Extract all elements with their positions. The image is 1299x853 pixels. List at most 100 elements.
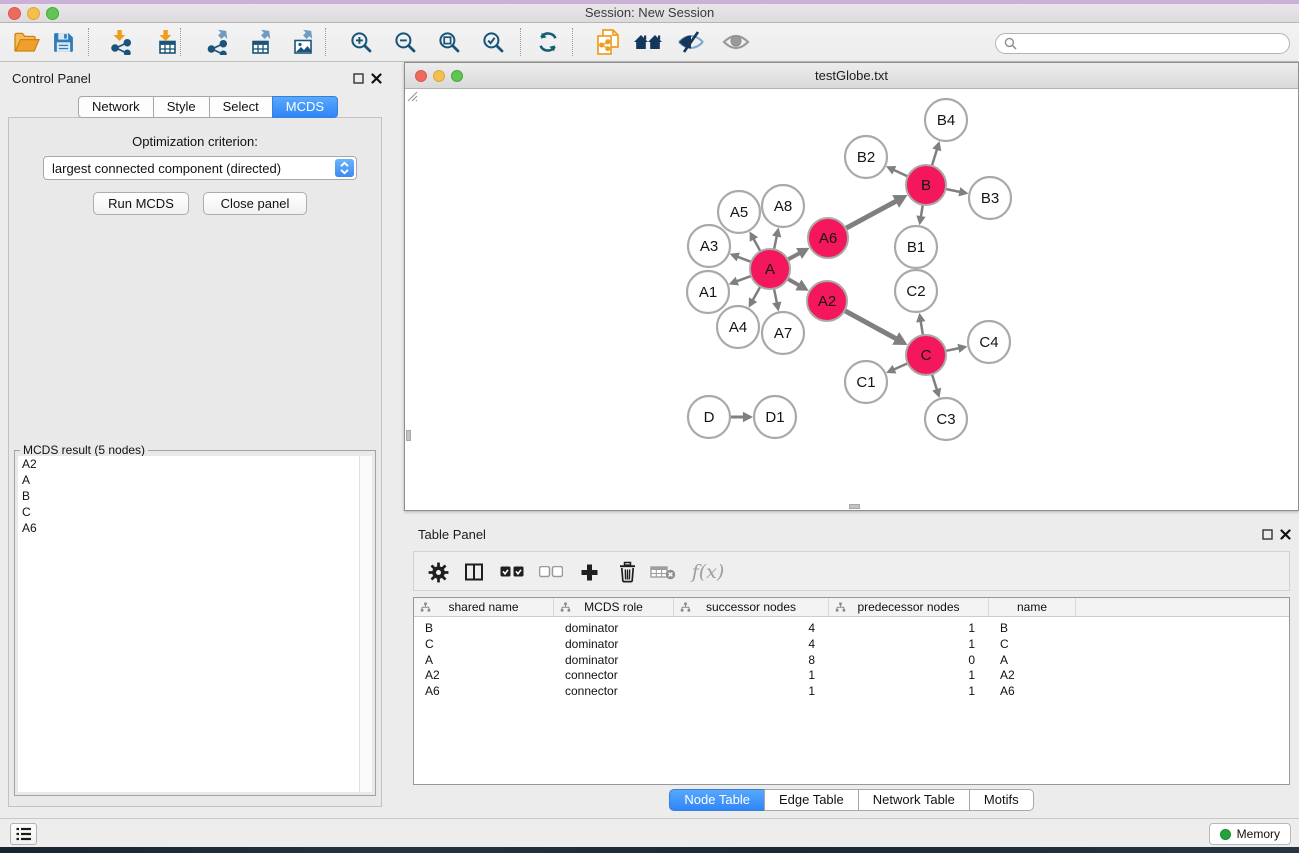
- node-label-B1: B1: [907, 239, 925, 256]
- tab-motifs[interactable]: Motifs: [969, 789, 1034, 811]
- edge-C-C3[interactable]: [932, 374, 937, 390]
- show-column-icon[interactable]: [458, 556, 490, 588]
- node-label-D: D: [704, 409, 715, 426]
- mcds-result-item[interactable]: A2: [18, 456, 359, 472]
- open-file-icon[interactable]: [7, 25, 45, 59]
- edge-B-B1[interactable]: [921, 205, 923, 217]
- session-titlebar: Session: New Session: [0, 4, 1299, 23]
- zoom-fit-icon[interactable]: [430, 25, 468, 59]
- edge-A-A2[interactable]: [787, 279, 799, 286]
- control-panel-header: Control Panel: [0, 62, 390, 94]
- mcds-result-item[interactable]: A: [18, 472, 359, 488]
- hide-graphics-details-icon[interactable]: [672, 25, 710, 59]
- tab-network-table[interactable]: Network Table: [858, 789, 970, 811]
- run-mcds-button[interactable]: Run MCDS: [93, 192, 189, 215]
- toolbar-search-field[interactable]: [995, 33, 1290, 54]
- network-graph[interactable]: B4B2BB3A5A8A6A3B1AA1C2A2A4A7C4CC1C3DD1: [405, 89, 1298, 510]
- tab-select[interactable]: Select: [209, 96, 273, 118]
- edge-C-C4[interactable]: [946, 348, 960, 351]
- table-cell: 1: [674, 684, 829, 700]
- edge-B-B2[interactable]: [893, 170, 907, 177]
- main-toolbar: [0, 23, 1299, 62]
- edge-A-A7[interactable]: [774, 289, 777, 304]
- mcds-result-group: MCDS result (5 nodes) A2ABCA6: [14, 450, 376, 796]
- duplicate-network-icon[interactable]: [589, 25, 627, 59]
- column-header-MCDS-role[interactable]: MCDS role: [554, 598, 674, 616]
- edge-A-A5[interactable]: [753, 239, 760, 252]
- edge-B-B4[interactable]: [932, 149, 937, 166]
- table-cell: A6: [414, 684, 554, 700]
- criterion-select[interactable]: largest connected component (directed): [43, 156, 357, 180]
- table-row[interactable]: Cdominator41C: [414, 637, 1289, 653]
- edge-A6-B[interactable]: [846, 201, 897, 229]
- edge-A-A8[interactable]: [774, 236, 777, 250]
- edge-A2-C[interactable]: [845, 311, 897, 339]
- mcds-result-item[interactable]: B: [18, 488, 359, 504]
- close-panel-icon[interactable]: [370, 72, 383, 85]
- task-history-button[interactable]: [10, 823, 37, 845]
- column-header-shared-name[interactable]: shared name: [414, 598, 554, 616]
- show-details-eye-icon[interactable]: [717, 25, 755, 59]
- zoom-selected-icon[interactable]: [474, 25, 512, 59]
- edge-C-C1[interactable]: [894, 363, 908, 369]
- node-label-C2: C2: [906, 283, 925, 300]
- network-canvas[interactable]: B4B2BB3A5A8A6A3B1AA1C2A2A4A7C4CC1C3DD1: [405, 89, 1298, 510]
- node-table-header: shared nameMCDS rolesuccessor nodesprede…: [414, 598, 1289, 617]
- search-input[interactable]: [1022, 37, 1281, 51]
- node-label-A: A: [765, 261, 775, 278]
- edge-A-A1[interactable]: [736, 276, 751, 282]
- edge-B-B3[interactable]: [946, 189, 961, 192]
- select-all-checkboxes-icon[interactable]: [496, 556, 528, 588]
- table-cell: dominator: [554, 621, 674, 637]
- table-cell: 1: [674, 668, 829, 684]
- refresh-icon[interactable]: [529, 25, 567, 59]
- tab-network[interactable]: Network: [78, 96, 154, 118]
- table-row[interactable]: A2connector11A2: [414, 668, 1289, 684]
- import-network-icon[interactable]: [102, 25, 140, 59]
- zoom-out-icon[interactable]: [386, 25, 424, 59]
- delete-column-trash-icon[interactable]: [611, 556, 643, 588]
- export-image-icon[interactable]: [285, 25, 323, 59]
- zoom-in-icon[interactable]: [342, 25, 380, 59]
- column-header-successor-nodes[interactable]: successor nodes: [674, 598, 829, 616]
- save-session-icon[interactable]: [44, 25, 82, 59]
- mcds-result-list[interactable]: A2ABCA6: [18, 456, 359, 792]
- tab-edge-table[interactable]: Edge Table: [764, 789, 859, 811]
- close-panel-button[interactable]: Close panel: [203, 192, 307, 215]
- memory-button[interactable]: Memory: [1209, 823, 1291, 845]
- delete-table-icon[interactable]: [647, 556, 679, 588]
- node-label-B4: B4: [937, 112, 955, 129]
- tab-node-table[interactable]: Node Table: [669, 789, 765, 811]
- table-float-panel-icon[interactable]: [1261, 528, 1274, 541]
- float-panel-icon[interactable]: [352, 72, 365, 85]
- status-bar: Memory: [0, 818, 1299, 847]
- tab-style[interactable]: Style: [153, 96, 210, 118]
- export-network-icon[interactable]: [200, 25, 238, 59]
- table-row[interactable]: A6connector11A6: [414, 684, 1289, 700]
- column-type-icon: [835, 602, 846, 613]
- clear-all-checkboxes-icon[interactable]: [535, 556, 567, 588]
- apply-function-icon[interactable]: f(x): [686, 556, 730, 588]
- column-header-name[interactable]: name: [989, 598, 1076, 616]
- edge-C-C2[interactable]: [921, 321, 923, 335]
- tab-mcds[interactable]: MCDS: [272, 96, 338, 118]
- edge-A-A3[interactable]: [737, 257, 751, 262]
- edge-A-A4[interactable]: [753, 287, 761, 301]
- table-toolbar: f(x): [413, 551, 1290, 591]
- export-table-icon[interactable]: [243, 25, 281, 59]
- mcds-result-item[interactable]: C: [18, 504, 359, 520]
- edge-A-A6[interactable]: [788, 253, 800, 260]
- result-list-scrollbar[interactable]: [359, 456, 372, 792]
- table-row[interactable]: Bdominator41B: [414, 621, 1289, 637]
- add-column-plus-icon[interactable]: [573, 556, 605, 588]
- network-window-titlebar[interactable]: testGlobe.txt: [405, 63, 1298, 89]
- mcds-result-title: MCDS result (5 nodes): [20, 443, 148, 457]
- mcds-result-item[interactable]: A6: [18, 520, 359, 536]
- table-row[interactable]: Adominator80A: [414, 653, 1289, 669]
- node-label-C3: C3: [936, 411, 955, 428]
- table-options-gear-icon[interactable]: [422, 556, 454, 588]
- column-header-predecessor-nodes[interactable]: predecessor nodes: [829, 598, 989, 616]
- table-close-panel-icon[interactable]: [1279, 528, 1292, 541]
- node-label-A4: A4: [729, 319, 747, 336]
- apply-layout-houses-icon[interactable]: [629, 25, 667, 59]
